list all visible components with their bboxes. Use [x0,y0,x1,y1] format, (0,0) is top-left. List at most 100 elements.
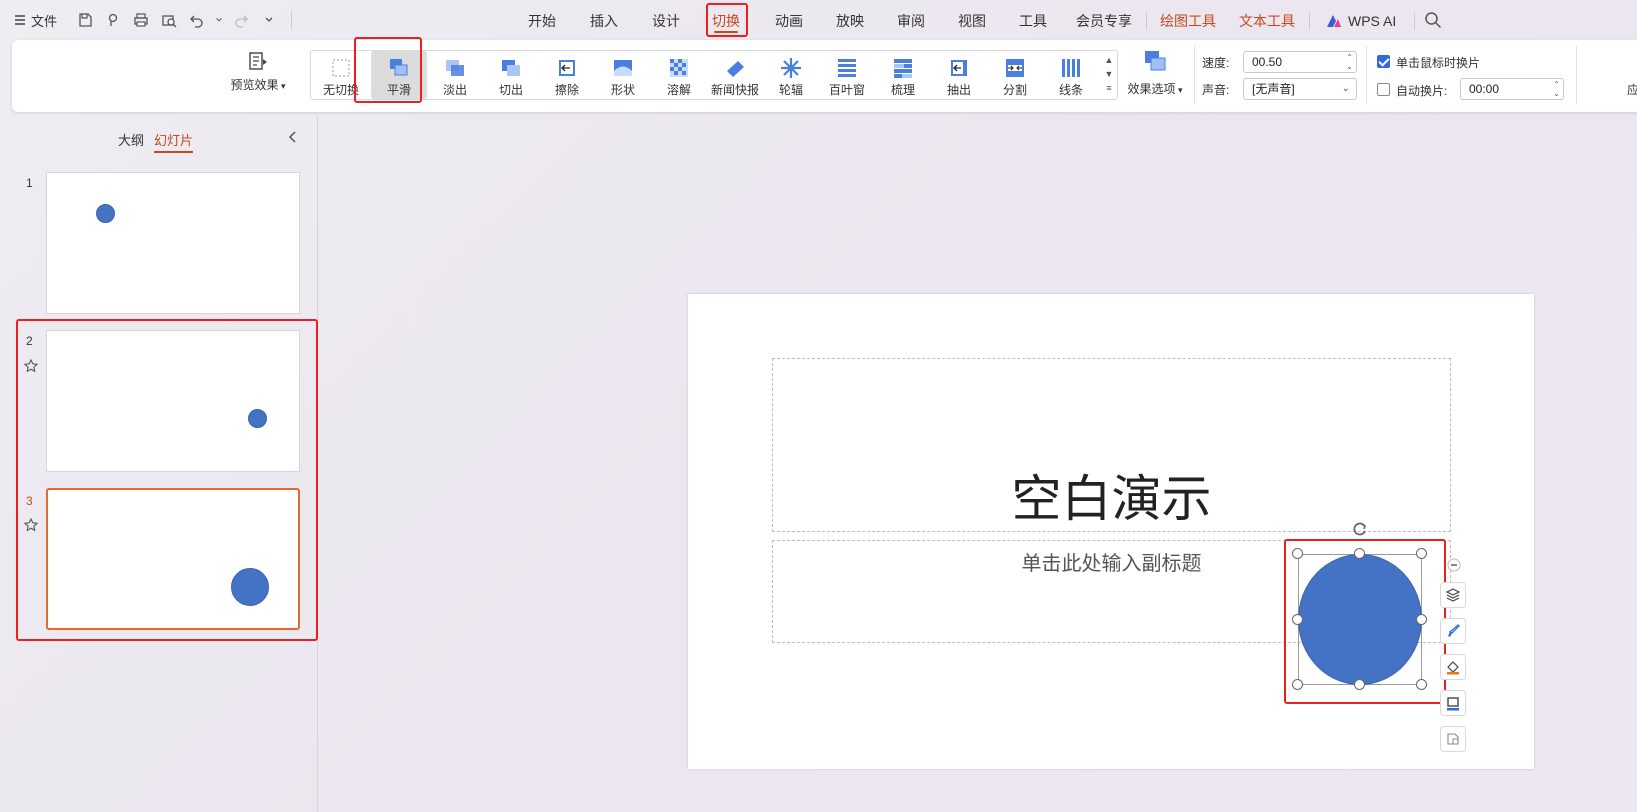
cut-icon [502,60,520,76]
transition-wipe[interactable]: 擦除 [539,51,595,99]
chevron-down-icon[interactable]: ▼ [1103,67,1115,81]
resize-handle-right[interactable] [1416,614,1427,625]
tab-text-tools[interactable]: 文本工具 [1239,8,1295,34]
circle-shape[interactable] [1298,554,1422,685]
apply-to-all-button[interactable]: 应 [1627,81,1637,98]
layers-icon[interactable] [1440,582,1466,608]
slide-number: 2 [26,334,33,348]
tab-outline[interactable]: 大纲 [118,130,144,149]
panel-divider [317,116,318,812]
gallery-expand-icon[interactable]: ≡ [1103,81,1115,95]
split-icon [1006,59,1024,77]
transition-label: 无切换 [322,83,359,97]
chevron-down-icon: ⌄ [1341,83,1350,94]
resize-handle-bottom[interactable] [1354,679,1365,690]
comb-icon [894,59,912,78]
tab-member[interactable]: 会员专享 [1076,8,1132,34]
click-advance-checkbox[interactable] [1377,55,1390,68]
transition-none[interactable]: 无切换 [313,51,369,99]
auto-advance-checkbox[interactable] [1377,83,1390,96]
transition-shape[interactable]: 形状 [595,51,651,99]
collapse-tools-icon[interactable] [1447,558,1461,572]
speed-stepper[interactable]: ⌃ ⌄ [1346,53,1353,71]
slide-thumbnail-3[interactable] [46,488,300,630]
transition-blinds[interactable]: 百叶窗 [819,51,875,99]
tab-transition[interactable]: 切换 [712,8,740,34]
chevron-up-icon[interactable]: ⌃ [1346,53,1353,62]
resize-handle-top[interactable] [1354,548,1365,559]
speed-value: 00.50 [1252,55,1283,69]
transition-split[interactable]: 分割 [987,51,1043,99]
tab-wps-ai[interactable]: WPS AI [1326,8,1396,34]
pull-icon [951,60,967,76]
gallery-scroll[interactable]: ▲ ▼ ≡ [1103,53,1115,97]
transition-label: 梳理 [890,83,915,97]
wheel-icon [781,58,801,78]
fill-color-icon[interactable] [1440,654,1466,680]
tab-view[interactable]: 视图 [958,8,986,34]
transition-label: 切出 [498,83,523,97]
slide-canvas[interactable]: 空白演示 单击此处输入副标题 [688,294,1534,769]
transition-newsflash[interactable]: 新闻快报 [707,51,763,99]
click-advance-label: 单击鼠标时换片 [1396,56,1481,70]
more-tools-icon[interactable] [1440,726,1466,752]
auto-advance-time-input[interactable]: 00:00 ⌃ ⌄ [1460,78,1564,100]
effect-options-icon [1145,51,1166,71]
effect-options-button[interactable]: 效果选项 ▾ [1122,46,1188,102]
tab-separator [1414,12,1415,30]
title-placeholder[interactable]: 空白演示 [772,358,1451,532]
slide-panel: 大纲 幻灯片 1 2 3 [0,116,318,812]
auto-advance-stepper[interactable]: ⌃ ⌄ [1553,80,1560,98]
ribbon-separator [1576,46,1577,104]
transition-comb[interactable]: 梳理 [875,51,931,99]
tab-tools[interactable]: 工具 [1019,8,1047,34]
transition-lines[interactable]: 线条 [1043,51,1099,99]
menu-bar: 文件 开始 插入 设计 切换 动画 放映 审阅 视图 工具 会员专享 绘图工具 … [0,0,1637,40]
resize-handle-bottom-left[interactable] [1292,679,1303,690]
format-painter-icon[interactable] [1440,618,1466,644]
slide-thumbnail-2[interactable] [46,330,300,472]
resize-handle-top-left[interactable] [1292,548,1303,559]
resize-handle-left[interactable] [1292,614,1303,625]
tab-review[interactable]: 审阅 [897,8,925,34]
transition-fade[interactable]: 淡出 [427,51,483,99]
chevron-up-icon[interactable]: ▲ [1103,53,1115,67]
chevron-down-icon[interactable]: ⌄ [1346,62,1353,71]
slide-thumbnail-1[interactable] [46,172,300,314]
thumbnail-circle-shape [231,568,269,606]
tab-drawing-tools[interactable]: 绘图工具 [1160,8,1216,34]
tab-home[interactable]: 开始 [528,8,556,34]
chevron-down-icon: ▾ [1175,85,1183,95]
chevron-up-icon[interactable]: ⌃ [1553,80,1560,89]
rotate-handle-icon[interactable] [1352,521,1368,537]
tab-animation[interactable]: 动画 [775,8,803,34]
transition-smooth[interactable]: 平滑 [371,51,427,99]
thumbnail-circle-shape [96,204,115,223]
resize-handle-bottom-right[interactable] [1416,679,1427,690]
preview-effect-button[interactable]: 预览效果 ▾ [226,50,290,106]
search-icon[interactable] [1424,11,1442,29]
blinds-icon [838,59,856,77]
sound-select[interactable]: [无声音] ⌄ [1243,78,1357,100]
tab-insert[interactable]: 插入 [590,8,618,34]
chevron-down-icon[interactable]: ⌄ [1553,89,1560,98]
resize-handle-top-right[interactable] [1416,548,1427,559]
transition-label: 溶解 [666,83,691,97]
speed-input[interactable]: 00.50 ⌃ ⌄ [1243,51,1357,73]
transition-dissolve[interactable]: 溶解 [651,51,707,99]
ribbon-separator [1366,46,1367,104]
transition-cut[interactable]: 切出 [483,51,539,99]
tab-slides[interactable]: 幻灯片 [154,130,194,153]
tab-design[interactable]: 设计 [652,8,680,34]
outline-style-icon[interactable] [1440,690,1466,716]
transition-star-icon [24,518,38,532]
speed-label: 速度: [1202,56,1230,70]
transition-label: 轮辐 [778,83,803,97]
transition-wheel[interactable]: 轮辐 [763,51,819,99]
auto-advance-label: 自动换片: [1396,84,1448,98]
tab-slideshow[interactable]: 放映 [836,8,864,34]
preview-effect-label: 预览效果 [230,78,279,92]
slide-number: 1 [26,176,33,190]
transition-pull[interactable]: 抽出 [931,51,987,99]
chevron-left-icon[interactable] [286,130,300,144]
